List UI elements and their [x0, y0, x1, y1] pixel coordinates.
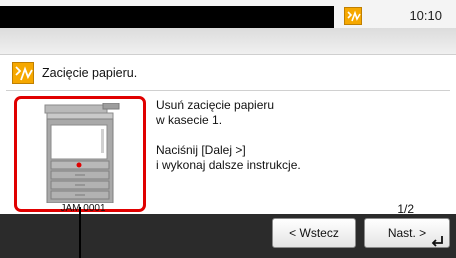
instruction-spacer: [156, 128, 301, 143]
paper-jam-status-icon[interactable]: [344, 7, 362, 25]
divider: [6, 90, 450, 91]
instruction-line: i wykonaj dalsze instrukcje.: [156, 158, 301, 172]
error-title: Zacięcie papieru.: [42, 66, 138, 80]
status-strip: [0, 6, 334, 28]
header-band: [0, 28, 456, 55]
next-button[interactable]: Nast. >: [364, 218, 450, 248]
enter-icon: [431, 236, 443, 247]
callout-leader-line: [79, 207, 81, 258]
instruction-line: Usuń zacięcie papieru: [156, 98, 275, 112]
back-button[interactable]: < Wstecz: [272, 218, 356, 248]
status-bar: 10:10: [0, 0, 456, 28]
button-bar: < Wstecz Nast. >: [0, 214, 456, 258]
clock: 10:10: [409, 8, 442, 23]
instructions: Usuń zacięcie papieru w kasecie 1. Naciś…: [156, 98, 301, 173]
instruction-line: Naciśnij [Dalej >]: [156, 143, 246, 157]
instruction-line: w kasecie 1.: [156, 113, 223, 127]
screen: 10:10 Zacięcie papieru. JAM 0001 Usuń za…: [0, 0, 456, 258]
back-button-label: < Wstecz: [289, 226, 339, 240]
printer-illustration: [44, 103, 120, 203]
jam-code-label: JAM 0001: [60, 204, 106, 212]
next-button-label: Nast. >: [387, 226, 427, 240]
printer-illustration-frame: JAM 0001: [14, 96, 146, 212]
message-panel: Zacięcie papieru. JAM 0001 Usuń zacięcie…: [6, 56, 450, 216]
paper-jam-icon: [12, 62, 34, 84]
